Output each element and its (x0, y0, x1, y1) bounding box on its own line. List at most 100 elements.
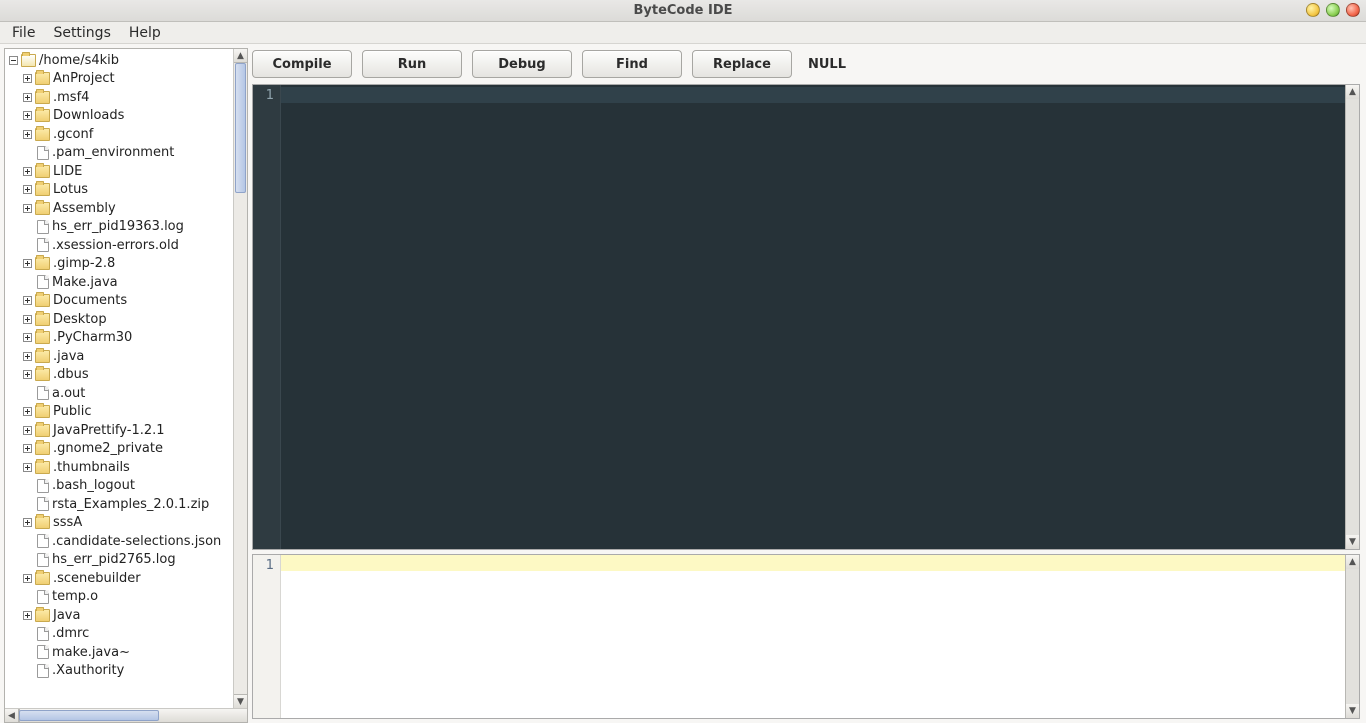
tree-row[interactable]: Desktop (5, 310, 233, 329)
scroll-up-icon[interactable]: ▲ (1346, 85, 1359, 99)
tree-row[interactable]: Downloads (5, 107, 233, 126)
debug-button[interactable]: Debug (472, 50, 572, 78)
editor-vertical-scrollbar[interactable]: ▲ ▼ (1345, 85, 1359, 549)
expand-icon[interactable] (23, 463, 32, 472)
expand-icon[interactable] (23, 518, 32, 527)
tree-row[interactable]: /home/s4kib (5, 51, 233, 70)
tree-row[interactable]: .pam_environment (5, 144, 233, 163)
tree-item-label: .dmrc (52, 626, 89, 641)
tree-row[interactable]: .thumbnails (5, 458, 233, 477)
tree-item-label: .gnome2_private (53, 441, 163, 456)
tree-row[interactable]: .scenebuilder (5, 569, 233, 588)
menu-help[interactable]: Help (121, 23, 169, 43)
scroll-down-icon[interactable]: ▼ (234, 694, 247, 708)
replace-button[interactable]: Replace (692, 50, 792, 78)
tree-row[interactable]: JavaPrettify-1.2.1 (5, 421, 233, 440)
tree-vertical-scrollbar[interactable]: ▲ ▼ (233, 49, 247, 708)
folder-icon (35, 461, 50, 474)
tree-row[interactable]: make.java~ (5, 643, 233, 662)
scroll-thumb[interactable] (19, 710, 159, 721)
tree-row[interactable]: .gimp-2.8 (5, 255, 233, 274)
tree-item-label: sssA (53, 515, 82, 530)
folder-icon (35, 368, 50, 381)
close-button[interactable] (1346, 3, 1360, 17)
tree-item-label: make.java~ (52, 645, 130, 660)
expand-icon[interactable] (23, 333, 32, 342)
find-button[interactable]: Find (582, 50, 682, 78)
folder-icon (35, 331, 50, 344)
expand-icon[interactable] (23, 407, 32, 416)
tree-row[interactable]: Lotus (5, 181, 233, 200)
folder-icon (35, 128, 50, 141)
compile-button[interactable]: Compile (252, 50, 352, 78)
titlebar: ByteCode IDE (0, 0, 1366, 22)
tree-row[interactable]: temp.o (5, 588, 233, 607)
tree-row[interactable]: Public (5, 403, 233, 422)
tree-row[interactable]: AnProject (5, 70, 233, 89)
tree-row[interactable]: .xsession-errors.old (5, 236, 233, 255)
scroll-down-icon[interactable]: ▼ (1346, 704, 1359, 718)
expand-icon[interactable] (23, 111, 32, 120)
tree-row[interactable]: hs_err_pid2765.log (5, 551, 233, 570)
run-button[interactable]: Run (362, 50, 462, 78)
tree-row[interactable]: Make.java (5, 273, 233, 292)
folder-icon (35, 516, 50, 529)
tree-item-label: rsta_Examples_2.0.1.zip (52, 497, 209, 512)
tree-row[interactable]: .Xauthority (5, 662, 233, 681)
editor-text-area[interactable] (281, 85, 1345, 549)
tree-row[interactable]: .dbus (5, 366, 233, 385)
scroll-up-icon[interactable]: ▲ (1346, 555, 1359, 569)
tree-horizontal-scrollbar[interactable]: ◀ ▶ (5, 708, 247, 722)
tree-row[interactable]: LIDE (5, 162, 233, 181)
tree-row[interactable]: Assembly (5, 199, 233, 218)
tree-item-label: Lotus (53, 182, 88, 197)
folder-icon (35, 91, 50, 104)
tree-row[interactable]: .PyCharm30 (5, 329, 233, 348)
expand-icon[interactable] (23, 93, 32, 102)
scroll-down-icon[interactable]: ▼ (1346, 535, 1359, 549)
tree-row[interactable]: sssA (5, 514, 233, 533)
scroll-thumb[interactable] (235, 63, 246, 193)
menu-settings[interactable]: Settings (45, 23, 118, 43)
expand-icon[interactable] (23, 426, 32, 435)
tree-row[interactable]: Java (5, 606, 233, 625)
expand-icon[interactable] (23, 74, 32, 83)
folder-icon (35, 313, 50, 326)
expand-icon[interactable] (23, 352, 32, 361)
tree-row[interactable]: .bash_logout (5, 477, 233, 496)
menu-file[interactable]: File (4, 23, 43, 43)
expand-icon[interactable] (23, 259, 32, 268)
tree-row[interactable]: rsta_Examples_2.0.1.zip (5, 495, 233, 514)
tree-row[interactable]: hs_err_pid19363.log (5, 218, 233, 237)
expand-icon[interactable] (23, 611, 32, 620)
output-console[interactable]: 1 ▲ ▼ (252, 554, 1360, 719)
tree-row[interactable]: .gconf (5, 125, 233, 144)
maximize-button[interactable] (1326, 3, 1340, 17)
expand-icon[interactable] (23, 444, 32, 453)
tree-row[interactable]: .java (5, 347, 233, 366)
scroll-up-icon[interactable]: ▲ (234, 49, 247, 63)
expand-icon[interactable] (23, 315, 32, 324)
file-tree[interactable]: /home/s4kibAnProject.msf4Downloads.gconf… (5, 49, 233, 708)
expand-icon[interactable] (23, 185, 32, 194)
tree-row[interactable]: .dmrc (5, 625, 233, 644)
expand-icon[interactable] (23, 370, 32, 379)
tree-row[interactable]: .candidate-selections.json (5, 532, 233, 551)
tree-row[interactable]: Documents (5, 292, 233, 311)
expand-icon[interactable] (23, 130, 32, 139)
tree-row[interactable]: .gnome2_private (5, 440, 233, 459)
tree-item-label: Assembly (53, 201, 116, 216)
tree-item-label: .xsession-errors.old (52, 238, 179, 253)
tree-row[interactable]: .msf4 (5, 88, 233, 107)
minimize-button[interactable] (1306, 3, 1320, 17)
collapse-icon[interactable] (9, 56, 18, 65)
tree-row[interactable]: a.out (5, 384, 233, 403)
code-editor[interactable]: 1 ▲ ▼ (252, 84, 1360, 550)
expand-icon[interactable] (23, 574, 32, 583)
expand-icon[interactable] (23, 296, 32, 305)
expand-icon[interactable] (23, 204, 32, 213)
scroll-left-icon[interactable]: ◀ (5, 709, 19, 722)
expand-icon[interactable] (23, 167, 32, 176)
console-text-area[interactable] (281, 555, 1345, 718)
console-vertical-scrollbar[interactable]: ▲ ▼ (1345, 555, 1359, 718)
